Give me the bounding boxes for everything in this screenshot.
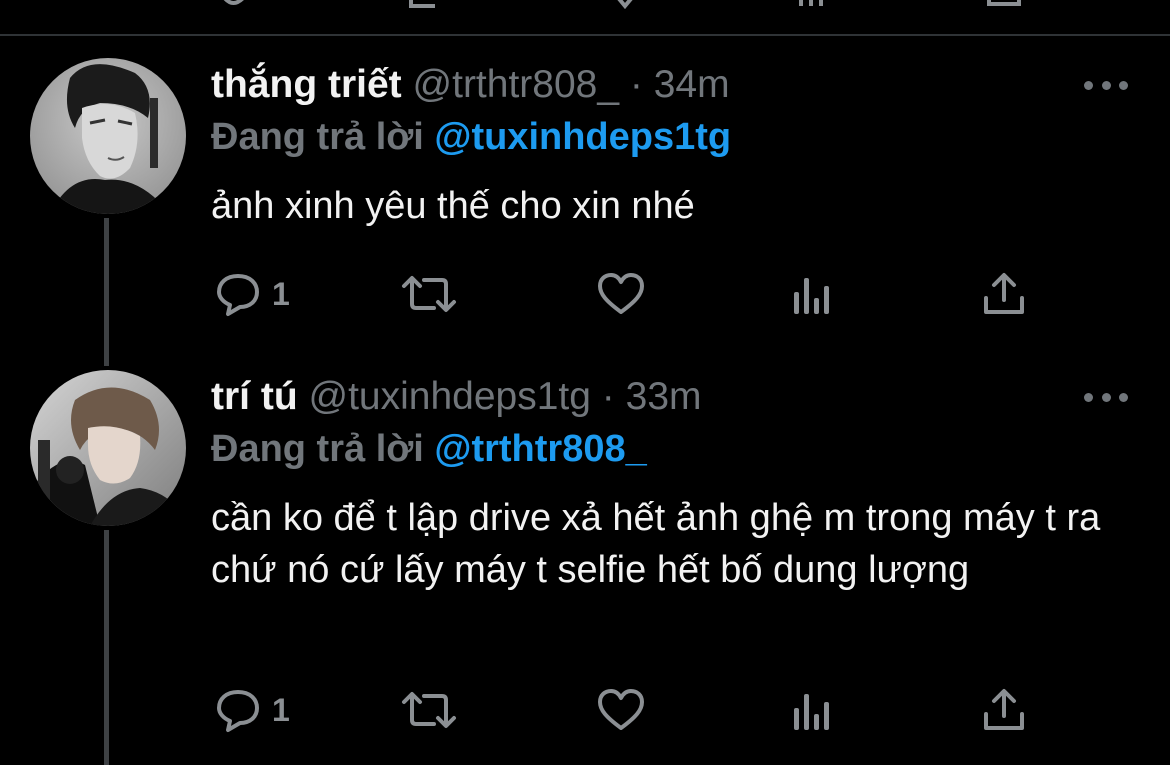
analytics-button[interactable] — [790, 680, 834, 740]
more-icon[interactable] — [1084, 70, 1128, 100]
tweet-text: cần ko để t lập drive xả hết ảnh ghệ m t… — [211, 497, 1101, 591]
previous-tweet-actions — [0, 0, 1170, 34]
tweet-actions: 1 — [0, 264, 1170, 324]
handle[interactable]: @tuxinhdeps1tg — [309, 375, 591, 418]
reply-icon[interactable] — [215, 0, 255, 16]
separator: · — [601, 375, 615, 418]
tweet-text: ảnh xinh yêu thế cho xin nhé — [211, 185, 695, 227]
retweet-button[interactable] — [400, 264, 458, 324]
tweet-actions: 1 — [0, 680, 1170, 740]
avatar[interactable] — [30, 370, 186, 526]
retweet-icon — [402, 276, 456, 312]
reply-prefix: Đang trả lời — [211, 428, 424, 470]
share-button[interactable] — [980, 264, 1028, 324]
like-button[interactable] — [596, 680, 646, 740]
retweet-button[interactable] — [400, 680, 458, 740]
reply-icon — [217, 690, 259, 732]
reply-count: 1 — [272, 691, 290, 728]
analytics-icon[interactable] — [795, 0, 835, 16]
avatar-photo — [30, 58, 186, 214]
reply-icon — [217, 274, 259, 316]
tweet-header: trí tú @tuxinhdeps1tg · 33m — [211, 372, 702, 422]
analytics-button[interactable] — [790, 264, 834, 324]
like-icon[interactable] — [605, 0, 645, 16]
timestamp[interactable]: 33m — [626, 375, 702, 418]
twitter-thread: thắng triết @trthtr808_ · 34m Đang trả l… — [0, 0, 1170, 765]
avatar-photo — [30, 370, 186, 526]
share-icon[interactable] — [985, 0, 1025, 16]
separator: · — [629, 63, 643, 106]
reply-button[interactable]: 1 — [214, 680, 290, 740]
like-button[interactable] — [596, 264, 646, 324]
reply-mention-link[interactable]: @trthtr808_ — [434, 428, 646, 470]
analytics-icon — [794, 694, 829, 730]
replying-to: Đang trả lời @tuxinhdeps1tg — [211, 112, 731, 162]
tweet-header: thắng triết @trthtr808_ · 34m — [211, 60, 730, 110]
reply-mention-link[interactable]: @tuxinhdeps1tg — [434, 116, 731, 158]
share-icon — [984, 689, 1024, 730]
display-name[interactable]: trí tú — [211, 375, 298, 418]
retweet-icon[interactable] — [405, 0, 455, 16]
replying-to: Đang trả lời @trthtr808_ — [211, 424, 647, 474]
reply-prefix: Đang trả lời — [211, 116, 424, 158]
handle[interactable]: @trthtr808_ — [413, 63, 620, 106]
share-button[interactable] — [980, 680, 1028, 740]
share-icon — [984, 273, 1024, 314]
divider — [0, 34, 1170, 36]
reply-count: 1 — [272, 275, 290, 312]
like-icon — [598, 689, 644, 730]
retweet-icon — [402, 692, 456, 728]
more-icon[interactable] — [1084, 382, 1128, 412]
analytics-icon — [794, 278, 829, 314]
like-icon — [598, 273, 644, 314]
avatar[interactable] — [30, 58, 186, 214]
reply-button[interactable]: 1 — [214, 264, 290, 324]
timestamp[interactable]: 34m — [654, 63, 730, 106]
display-name[interactable]: thắng triết — [211, 63, 402, 106]
